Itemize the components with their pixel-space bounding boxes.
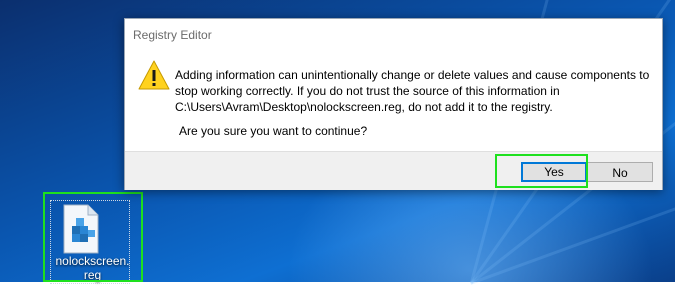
- desktop-file-item[interactable]: nolockscreen. reg: [44, 192, 141, 284]
- no-button[interactable]: No: [587, 162, 653, 182]
- dialog-title: Registry Editor: [133, 28, 212, 42]
- dialog-button-bar: Yes No: [125, 151, 662, 190]
- message-line-3: C:\Users\Avram\Desktop\nolockscreen.reg,…: [175, 100, 553, 114]
- file-name-label: nolockscreen. reg: [44, 254, 141, 282]
- file-name-line1: nolockscreen.: [55, 254, 130, 268]
- file-name-line2: reg: [83, 268, 102, 282]
- warning-icon: [138, 60, 170, 90]
- registry-editor-dialog: Registry Editor Adding information can u…: [124, 18, 663, 190]
- yes-button[interactable]: Yes: [521, 162, 587, 182]
- message-line-1: Adding information can unintentionally c…: [175, 68, 650, 82]
- dialog-question: Are you sure you want to continue?: [179, 124, 368, 138]
- dialog-message: Adding information can unintentionally c…: [175, 67, 653, 115]
- message-line-2: stop working correctly. If you do not tr…: [175, 84, 560, 98]
- registry-file-icon[interactable]: [58, 204, 102, 254]
